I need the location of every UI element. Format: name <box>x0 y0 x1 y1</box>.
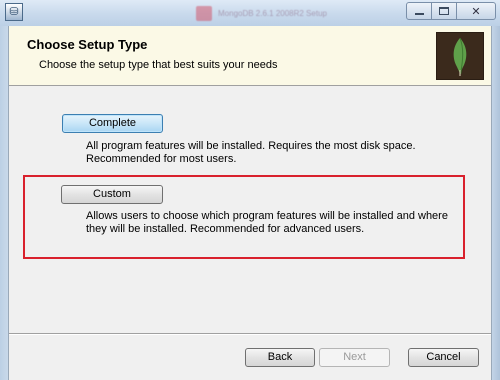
mongodb-leaf-icon <box>453 37 467 76</box>
minimize-button[interactable] <box>406 2 432 20</box>
complete-description: All program features will be installed. … <box>86 140 416 165</box>
custom-description: Allows users to choose which program fea… <box>86 210 448 235</box>
back-button[interactable]: Back <box>245 348 315 367</box>
installer-app-icon[interactable]: ⛁ <box>5 3 23 21</box>
close-icon: ✕ <box>471 5 481 18</box>
custom-button[interactable]: Custom <box>61 185 163 204</box>
close-button[interactable]: ✕ <box>456 2 496 20</box>
header-banner: Choose Setup Type Choose the setup type … <box>9 26 491 86</box>
window-title-text: MongoDB 2.6.1 2008R2 Setup <box>218 8 327 18</box>
installer-file-icon <box>196 5 212 21</box>
minimize-icon <box>414 13 424 15</box>
footer-separator <box>9 333 491 335</box>
next-button[interactable]: Next <box>319 348 390 367</box>
left-window-frame <box>0 26 8 380</box>
title-bar[interactable]: ⛁ MongoDB 2.6.1 2008R2 Setup ✕ <box>0 0 500 26</box>
maximize-icon <box>439 7 449 15</box>
setup-dialog: Choose Setup Type Choose the setup type … <box>8 26 492 380</box>
window-title: MongoDB 2.6.1 2008R2 Setup <box>196 5 396 21</box>
cancel-button[interactable]: Cancel <box>408 348 479 367</box>
maximize-button[interactable] <box>431 2 457 20</box>
mongodb-logo <box>436 32 484 80</box>
setup-options: Complete All program features will be in… <box>9 87 491 317</box>
complete-button[interactable]: Complete <box>62 114 163 133</box>
page-subtitle: Choose the setup type that best suits yo… <box>39 59 278 71</box>
page-title: Choose Setup Type <box>27 37 148 52</box>
right-window-frame <box>492 26 500 380</box>
window-controls: ✕ <box>406 2 496 20</box>
